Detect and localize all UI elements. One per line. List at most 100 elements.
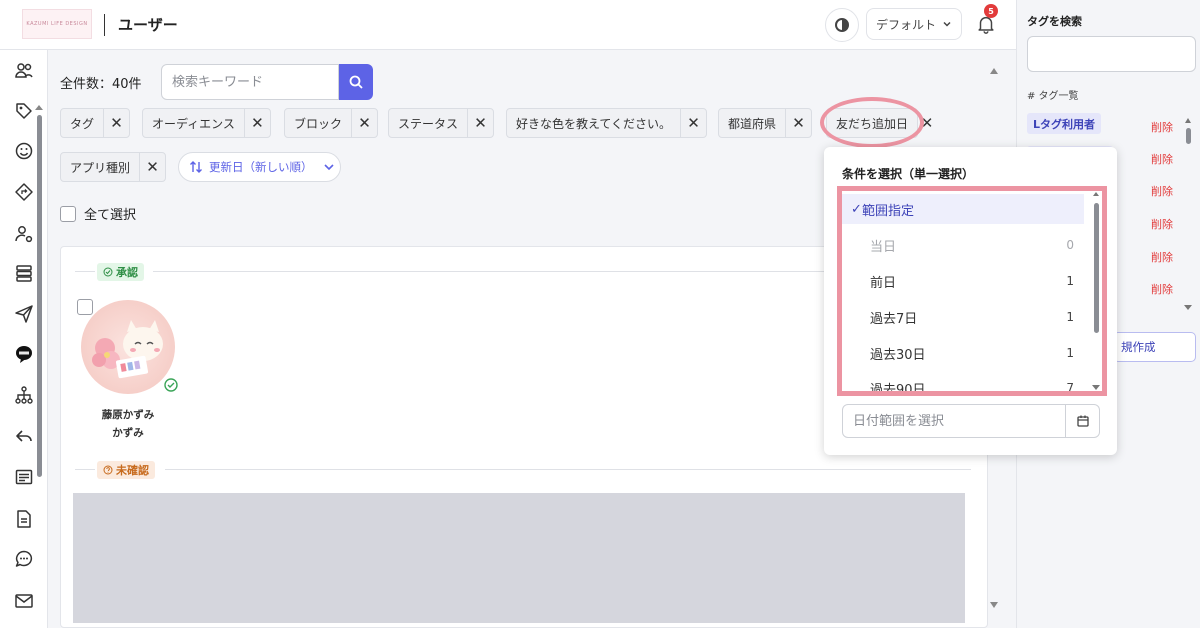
filter-chip-favorite-color[interactable]: 好きな色を教えてください。 ✕ [506, 108, 708, 138]
reply-icon [16, 430, 32, 442]
view-select[interactable]: デフォルト [866, 8, 962, 40]
status-badge-pending: 未確認 [97, 461, 155, 479]
database-icon [16, 265, 32, 282]
tag-delete-button[interactable]: 削除 [1151, 183, 1173, 199]
users-icon [15, 63, 33, 78]
option-range[interactable]: ✓ 範囲指定 [842, 194, 1084, 224]
sidebar-item-forms[interactable] [10, 463, 38, 491]
close-icon[interactable]: ✕ [243, 109, 270, 137]
sidebar-item-hierarchy[interactable] [10, 381, 38, 409]
top-header: KAZUMI LIFE DESIGN ユーザー デフォルト 5 [0, 0, 1016, 50]
select-all-checkbox[interactable] [60, 205, 76, 222]
dropdown-title: 条件を選択（単一選択） [842, 167, 975, 181]
calendar-icon [1076, 415, 1089, 427]
close-icon[interactable]: ✕ [351, 109, 377, 137]
tag-search-title: タグを検索 [1027, 15, 1082, 28]
user-checkbox[interactable] [77, 299, 93, 315]
sidebar-item-database[interactable] [10, 259, 38, 287]
search-input[interactable] [161, 64, 339, 100]
question-circle-icon [103, 465, 113, 475]
sidebar-item-users[interactable] [10, 57, 38, 85]
sort-label: 更新日（新しい順） [209, 160, 313, 174]
sidebar-item-reply[interactable] [10, 422, 38, 450]
close-icon[interactable]: ✕ [139, 153, 165, 181]
filter-chip-prefecture[interactable]: 都道府県 ✕ [718, 108, 813, 138]
header-divider [104, 14, 105, 36]
date-range-input[interactable] [842, 404, 1066, 438]
select-all[interactable]: 全て選択 [60, 204, 136, 223]
option-count: 1 [1066, 274, 1074, 288]
tag-icon [16, 103, 32, 119]
option-label: 前日 [870, 275, 897, 291]
theme-toggle-button[interactable] [825, 8, 859, 42]
option-count: 1 [1066, 346, 1074, 360]
tag-delete-button[interactable]: 削除 [1151, 151, 1173, 167]
sidebar-item-documents[interactable] [10, 505, 38, 533]
close-icon[interactable]: ✕ [680, 109, 706, 137]
tag-list-scrollbar[interactable] [1186, 128, 1191, 144]
route-icon [15, 183, 33, 201]
filter-chip-status[interactable]: ステータス ✕ [388, 108, 495, 138]
sidebar-item-line[interactable] [10, 340, 38, 368]
main-scroll-up-icon[interactable] [990, 68, 998, 74]
sidebar-item-routes[interactable] [10, 178, 38, 206]
sidebar-item-tags[interactable] [10, 97, 38, 125]
tag-delete-button[interactable]: 削除 [1151, 119, 1173, 135]
sidebar-nav [0, 50, 48, 628]
logo-text: KAZUMI LIFE DESIGN [26, 21, 88, 27]
option-label: 過去7日 [870, 311, 918, 327]
sidebar-item-send[interactable] [10, 300, 38, 328]
notification-badge: 5 [984, 4, 998, 18]
sidebar-item-user-settings[interactable] [10, 220, 38, 248]
list-scroll-down-icon[interactable] [1092, 385, 1100, 390]
smile-icon [15, 142, 33, 160]
search-button[interactable] [339, 64, 373, 100]
option-last-30-days[interactable]: 過去30日 1 [842, 338, 1084, 368]
list-scrollbar[interactable] [1094, 203, 1099, 333]
hierarchy-icon [15, 386, 33, 404]
tag-item[interactable]: Lタグ利用者 [1027, 113, 1102, 134]
tag-list-scroll-down-icon[interactable] [1184, 305, 1192, 310]
tag-delete-button[interactable]: 削除 [1151, 216, 1173, 232]
filter-chip-block[interactable]: ブロック ✕ [284, 108, 379, 138]
view-select-value: デフォルト [875, 17, 936, 32]
filter-chip-label: 好きな色を教えてください。 [516, 116, 672, 131]
tag-delete-button[interactable]: 削除 [1151, 249, 1173, 265]
tag-delete-button[interactable]: 削除 [1151, 281, 1173, 297]
sidebar-item-emoji[interactable] [10, 137, 38, 165]
close-icon[interactable]: ✕ [785, 109, 811, 137]
close-icon[interactable]: ✕ [103, 109, 129, 137]
filter-chip-tag[interactable]: タグ ✕ [60, 108, 131, 138]
page-title: ユーザー [118, 16, 178, 34]
date-picker-button[interactable] [1066, 404, 1100, 438]
avatar-image [92, 320, 163, 379]
user-name[interactable]: 藤原かずみ [61, 407, 195, 422]
option-last-7-days[interactable]: 過去7日 1 [842, 302, 1084, 332]
sidebar-item-chat[interactable] [10, 545, 38, 573]
tag-search-input[interactable] [1027, 36, 1196, 72]
sidebar-item-mail[interactable] [10, 587, 38, 615]
filter-chip-audience[interactable]: オーディエンス ✕ [142, 108, 271, 138]
option-label: 当日 [870, 239, 897, 255]
option-last-90-days[interactable]: 過去90日 7 [842, 373, 1084, 396]
brand-logo[interactable]: KAZUMI LIFE DESIGN [22, 9, 92, 39]
sort-select[interactable]: 更新日（新しい順） [178, 152, 341, 182]
close-icon[interactable]: ✕ [467, 109, 493, 137]
chevron-down-icon [323, 164, 334, 171]
tag-list-scroll-up-icon[interactable] [1185, 118, 1191, 123]
list-scroll-up-icon[interactable] [1093, 192, 1099, 196]
option-label: 過去90日 [870, 382, 926, 396]
filter-chip-label: ブロック [294, 116, 343, 131]
avatar[interactable] [81, 300, 175, 394]
option-today: 当日 0 [842, 230, 1084, 260]
document-icon [17, 510, 31, 528]
filter-chip-label: オーディエンス [152, 116, 235, 131]
send-icon [15, 305, 33, 323]
check-circle-icon [103, 267, 113, 277]
condition-option-list: ✓ 範囲指定 当日 0 前日 1 過去7日 1 過去30日 1 過去90日 7 [837, 186, 1107, 396]
option-yesterday[interactable]: 前日 1 [842, 266, 1084, 296]
create-tag-button[interactable]: 規作成 [1113, 332, 1196, 362]
main-scroll-down-icon[interactable] [990, 602, 998, 608]
filter-chip-app-type[interactable]: アプリ種別 ✕ [60, 152, 167, 182]
user-nickname: かずみ [112, 427, 144, 439]
